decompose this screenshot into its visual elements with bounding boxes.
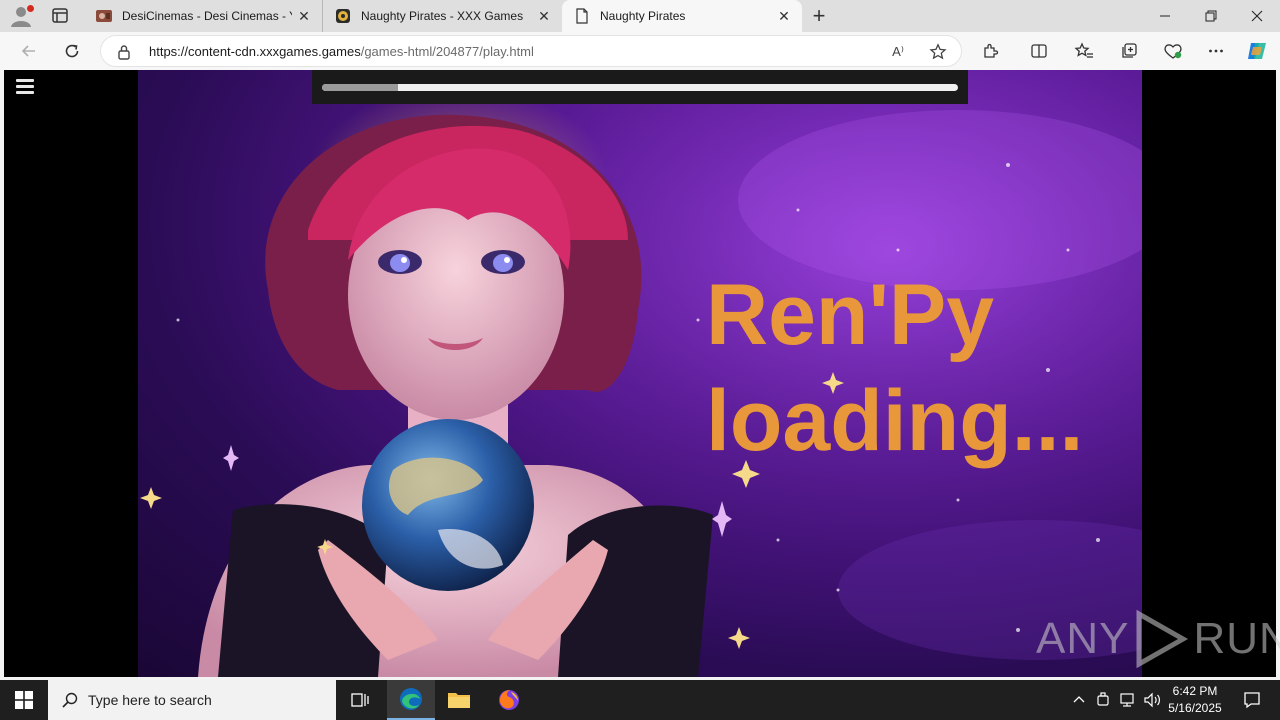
- tab-desicinemas[interactable]: DesiCinemas - Desi Cinemas - Yo ✕: [84, 0, 322, 32]
- show-hidden-icons-button[interactable]: [1068, 680, 1090, 720]
- folder-icon: [448, 693, 470, 708]
- settings-more-button[interactable]: [1204, 39, 1228, 63]
- copilot-button[interactable]: [1245, 39, 1269, 63]
- restore-icon: [1205, 10, 1217, 22]
- tab-actions-icon: [52, 8, 68, 23]
- split-screen-icon: [1031, 44, 1047, 58]
- notification-dot: [27, 5, 34, 12]
- chevron-up-icon: [1073, 696, 1085, 703]
- collections-icon: [1122, 43, 1137, 58]
- watermark-left: ANY: [1036, 614, 1130, 663]
- task-view-icon: [351, 693, 369, 707]
- copilot-icon: [1248, 43, 1266, 59]
- extensions-button[interactable]: [979, 39, 1003, 63]
- more-dots-icon: [1209, 49, 1223, 53]
- restore-button[interactable]: [1188, 0, 1234, 32]
- tab-close-icon[interactable]: ✕: [772, 4, 796, 28]
- taskbar-file-explorer-button[interactable]: [435, 680, 483, 720]
- minimize-button[interactable]: [1142, 0, 1188, 32]
- refresh-button[interactable]: [57, 36, 87, 66]
- taskbar-clock[interactable]: 6:42 PM 5/16/2025: [1160, 683, 1230, 717]
- action-center-button[interactable]: [1232, 680, 1272, 720]
- loading-progress-panel: [312, 70, 968, 104]
- usb-device-icon: [1097, 692, 1109, 706]
- close-icon: [1251, 10, 1263, 22]
- url-text[interactable]: https://content-cdn.xxxgames.games/games…: [149, 44, 534, 59]
- loading-progress-bar: [322, 84, 958, 91]
- favorites-icon: [1074, 42, 1093, 58]
- heart-pulse-icon: [1164, 44, 1182, 59]
- taskbar-edge-button[interactable]: [387, 680, 435, 720]
- play-triangle-icon: [1136, 610, 1189, 668]
- favorites-button[interactable]: [1072, 39, 1096, 63]
- loading-text: Ren'Py loading...: [706, 262, 1083, 474]
- favorite-star-icon[interactable]: [927, 42, 949, 62]
- windows-logo-icon: [15, 691, 33, 709]
- page-icon: [576, 8, 588, 24]
- clock-date: 5/16/2025: [1168, 701, 1222, 715]
- loading-text-line1: Ren'Py: [706, 267, 995, 363]
- taskbar-firefox-button[interactable]: [485, 680, 533, 720]
- lock-icon[interactable]: [117, 44, 131, 60]
- read-aloud-icon[interactable]: A⁾: [887, 42, 909, 62]
- close-window-button[interactable]: [1234, 0, 1280, 32]
- browser-toolbar: https://content-cdn.xxxgames.games/games…: [0, 32, 1280, 70]
- tab-actions-button[interactable]: [46, 4, 74, 28]
- tab-title: Naughty Pirates - XXX Games: [361, 9, 524, 23]
- speaker-icon: [1144, 692, 1160, 708]
- tab-title: DesiCinemas - Desi Cinemas - Yo: [122, 9, 292, 23]
- browser-essentials-button[interactable]: [1161, 39, 1185, 63]
- minimize-icon: [1160, 15, 1170, 17]
- edge-browser-icon: [400, 688, 422, 710]
- tab-naughty-pirates-active[interactable]: Naughty Pirates ✕: [562, 0, 802, 32]
- anyrun-watermark: ANY RUN: [1036, 610, 1280, 668]
- tab-naughty-pirates-xxx[interactable]: Naughty Pirates - XXX Games ✕: [322, 0, 562, 32]
- puzzle-icon: [984, 43, 999, 58]
- hamburger-menu-icon[interactable]: [16, 79, 34, 95]
- search-placeholder: Type here to search: [88, 692, 212, 708]
- loading-text-line2: loading...: [706, 373, 1084, 469]
- taskbar-search-box[interactable]: Type here to search: [48, 680, 336, 720]
- start-button[interactable]: [0, 680, 48, 720]
- desicinemas-favicon: [96, 10, 112, 22]
- tab-strip: DesiCinemas - Desi Cinemas - Yo ✕ Naught…: [0, 0, 1280, 32]
- collections-button[interactable]: [1117, 39, 1141, 63]
- address-bar[interactable]: https://content-cdn.xxxgames.games/games…: [100, 35, 962, 67]
- url-path: /games-html/204877/play.html: [360, 44, 534, 59]
- game-favicon: [336, 9, 350, 23]
- url-host: https://content-cdn.xxxgames.games: [149, 44, 361, 59]
- split-screen-button[interactable]: [1027, 39, 1051, 63]
- star-icon: [929, 43, 947, 60]
- loading-progress-fill: [322, 84, 399, 91]
- tray-device-icon[interactable]: [1092, 680, 1114, 720]
- watermark-right: RUN: [1193, 614, 1280, 663]
- notification-icon: [1244, 692, 1260, 709]
- back-button[interactable]: [14, 36, 44, 66]
- network-icon: [1120, 693, 1134, 707]
- search-icon: [62, 692, 78, 708]
- game-canvas[interactable]: Ren'Py loading...: [138, 70, 1142, 677]
- tab-close-icon[interactable]: ✕: [292, 4, 316, 28]
- refresh-icon: [65, 44, 79, 58]
- clock-time: 6:42 PM: [1172, 684, 1218, 698]
- tab-title: Naughty Pirates: [600, 9, 686, 23]
- arrow-left-icon: [21, 45, 35, 57]
- windows-taskbar: Type here to search 6:42 PM 5/16/2025: [0, 680, 1280, 720]
- firefox-icon: [499, 690, 519, 710]
- new-tab-button[interactable]: +: [806, 3, 832, 29]
- page-viewport: Ren'Py loading...: [4, 70, 1276, 677]
- task-view-button[interactable]: [336, 680, 384, 720]
- profile-avatar[interactable]: [8, 3, 36, 29]
- tab-close-icon[interactable]: ✕: [532, 4, 556, 28]
- tray-network-icon[interactable]: [1115, 680, 1139, 720]
